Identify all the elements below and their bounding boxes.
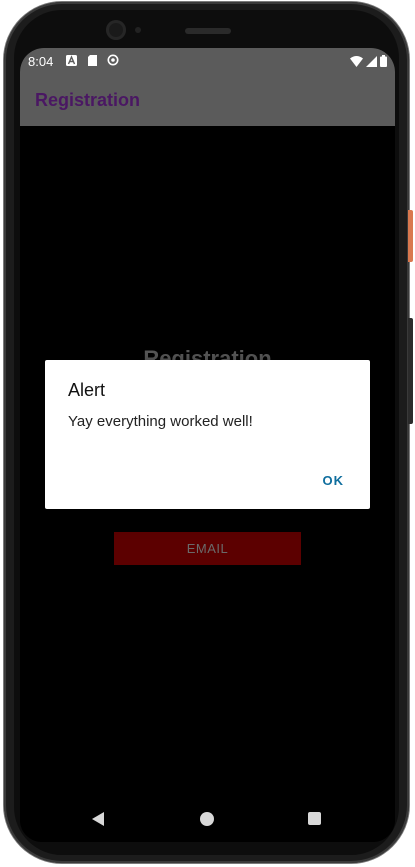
- wifi-icon: [350, 55, 363, 67]
- app-bar-title: Registration: [35, 90, 141, 110]
- status-bar: 8:04: [20, 48, 395, 76]
- status-time: 8:04: [28, 54, 54, 69]
- ok-button[interactable]: OK: [317, 469, 351, 492]
- sensor-dot-icon: [135, 27, 141, 33]
- alert-dialog: Alert Yay everything worked well! OK: [45, 360, 370, 509]
- back-icon[interactable]: [92, 812, 104, 826]
- recents-icon[interactable]: [308, 812, 321, 825]
- power-button[interactable]: [408, 210, 413, 262]
- dialog-title: Alert: [68, 380, 106, 400]
- a-badge-icon: [66, 55, 77, 66]
- battery-icon: [380, 55, 387, 67]
- sync-circle-icon: [107, 54, 119, 66]
- cell-signal-icon: [366, 55, 377, 67]
- front-camera-icon: [106, 20, 126, 40]
- dialog-message: Yay everything worked well!: [68, 413, 253, 430]
- navigation-bar: [20, 800, 395, 842]
- volume-button[interactable]: [408, 318, 413, 424]
- status-right-icons: [350, 54, 387, 68]
- earpiece-speaker: [185, 28, 231, 34]
- device-screen: 8:04 Registration Registration EMAIL Ale…: [20, 48, 395, 842]
- sd-card-icon: [88, 55, 97, 66]
- app-bar: Registration: [20, 76, 395, 126]
- home-icon[interactable]: [200, 812, 214, 826]
